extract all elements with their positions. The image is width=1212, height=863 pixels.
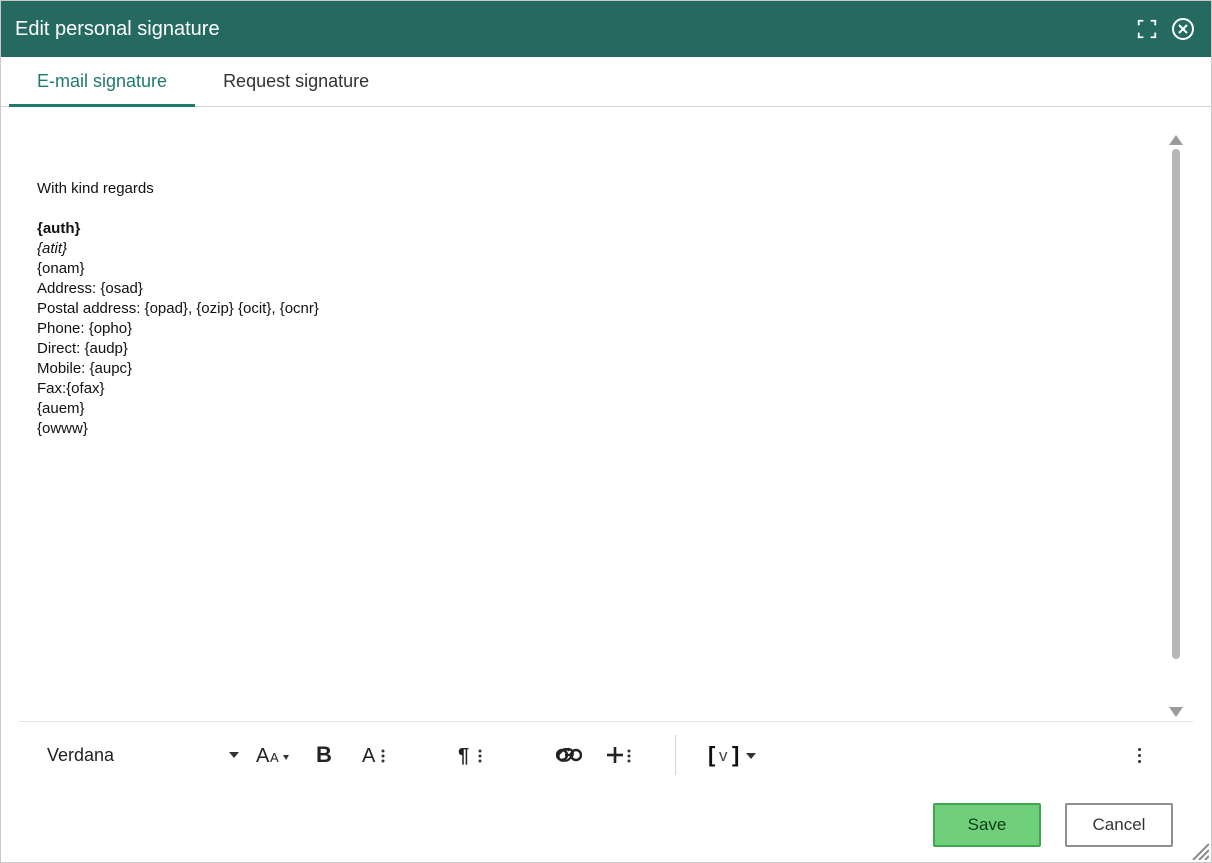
editor-scrollbar[interactable] [1169,135,1183,717]
svg-text:]: ] [732,743,739,767]
svg-text:v: v [719,746,728,765]
text-style-button[interactable]: A [351,735,403,775]
svg-text:A: A [362,745,376,766]
editor-scroll: With kind regards {auth} {atit} {onam} A… [19,131,1193,722]
resize-grip[interactable] [1189,840,1209,860]
line-auth: {auth} [37,220,80,237]
insert-icon [606,744,636,766]
cancel-button[interactable]: Cancel [1065,803,1173,847]
bold-icon: B [315,744,335,766]
line-direct: Direct: {audp} [37,340,128,357]
save-button[interactable]: Save [933,803,1041,847]
toolbar-divider [675,735,676,775]
line-greeting: With kind regards [37,180,154,197]
resize-grip-icon [1189,840,1209,860]
insert-button[interactable] [595,735,647,775]
chevron-down-icon [229,752,239,758]
tab-request-signature[interactable]: Request signature [195,59,397,107]
font-family-value: Verdana [47,745,114,766]
editor-wrap: With kind regards {auth} {atit} {onam} A… [1,107,1211,788]
line-atit: {atit} [37,240,67,257]
line-fax: Fax:{ofax} [37,380,105,397]
scroll-down-icon[interactable] [1169,707,1183,717]
variable-icon: [ v ] [708,743,764,767]
link-button[interactable] [543,735,595,775]
link-icon [556,744,582,766]
line-address: Address: {osad} [37,280,143,297]
line-auem: {auem} [37,400,85,417]
scroll-track[interactable] [1172,149,1180,703]
bold-button[interactable]: B [299,735,351,775]
editor-toolbar: Verdana A A B A [19,722,1193,788]
line-phone: Phone: {opho} [37,320,132,337]
close-button[interactable] [1169,15,1197,43]
line-mobile: Mobile: {aupc} [37,360,132,377]
tab-bar: E-mail signature Request signature [1,57,1211,107]
font-size-button[interactable]: A A [247,735,299,775]
svg-text:A: A [256,745,270,767]
signature-editor[interactable]: With kind regards {auth} {atit} {onam} A… [37,131,1145,721]
dialog-title: Edit personal signature [15,18,220,41]
text-style-icon: A [362,744,392,766]
svg-text:A: A [270,750,279,765]
kebab-icon [1138,748,1141,763]
maximize-button[interactable] [1133,15,1161,43]
edit-signature-dialog: Edit personal signature E-mail signature… [0,0,1212,863]
maximize-icon [1136,18,1158,40]
scroll-up-icon[interactable] [1169,135,1183,145]
line-onam: {onam} [37,260,85,277]
font-size-icon: A A [256,743,290,767]
line-postal: Postal address: {opad}, {ozip} {ocit}, {… [37,300,319,317]
close-icon [1171,17,1195,41]
scroll-thumb[interactable] [1172,149,1180,659]
titlebar: Edit personal signature [1,1,1211,57]
line-owww: {owww} [37,420,88,437]
dialog-footer: Save Cancel [1,788,1211,862]
insert-variable-button[interactable]: [ v ] [704,735,768,775]
tab-email-signature[interactable]: E-mail signature [9,59,195,107]
paragraph-icon: ¶ [458,744,488,766]
svg-text:¶: ¶ [458,745,469,766]
font-family-select[interactable]: Verdana [47,745,247,766]
svg-text:B: B [316,744,332,766]
paragraph-button[interactable]: ¶ [447,735,499,775]
svg-text:[: [ [708,743,716,767]
more-options-button[interactable] [1113,735,1165,775]
